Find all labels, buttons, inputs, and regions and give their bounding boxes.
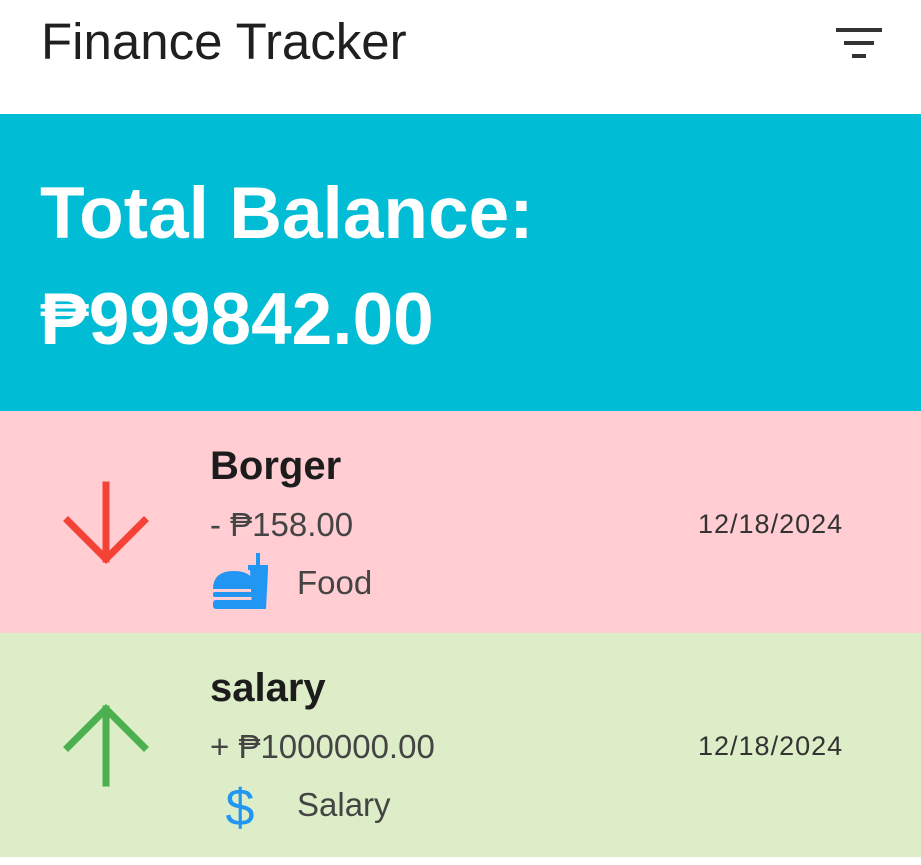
- transaction-title: Borger: [210, 444, 342, 488]
- transaction-category: Salary: [297, 786, 391, 823]
- balance-card: Total Balance: ₱999842.00: [0, 114, 921, 411]
- balance-value: ₱999842.00: [40, 279, 434, 360]
- transaction-category: Food: [297, 564, 373, 601]
- transaction-amount: - ₱158.00: [210, 506, 354, 543]
- svg-text:$: $: [226, 779, 255, 835]
- filter-list-icon: [836, 28, 882, 58]
- balance-label: Total Balance:: [40, 173, 534, 254]
- dollar-icon: $: [226, 779, 255, 835]
- finance-tracker-app: Finance Tracker Total Balance: ₱999842.0…: [0, 0, 921, 865]
- transaction-item[interactable]: Borger - ₱158.00 Food 12/18/2024: [0, 411, 921, 633]
- filter-button[interactable]: [826, 18, 892, 70]
- transaction-title: salary: [210, 666, 326, 710]
- fastfood-icon: [213, 553, 268, 609]
- app-title: Finance Tracker: [41, 13, 407, 70]
- transaction-amount: + ₱1000000.00: [210, 728, 435, 765]
- transaction-date: 12/18/2024: [698, 509, 844, 539]
- arrow-down-icon: [63, 481, 149, 564]
- transaction-item[interactable]: salary + ₱1000000.00 $ Salary 12/18/2024: [0, 633, 921, 857]
- transaction-date: 12/18/2024: [698, 731, 844, 761]
- arrow-up-icon: [63, 704, 149, 787]
- app-bar: Finance Tracker: [0, 0, 921, 114]
